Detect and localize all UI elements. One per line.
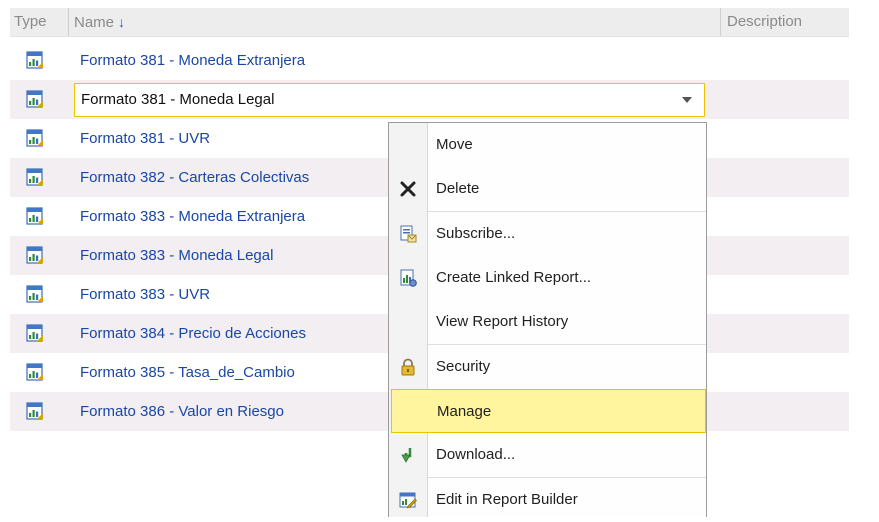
column-header-description-label: Description <box>727 13 803 30</box>
selected-report-item[interactable]: Formato 381 - Moneda Legal <box>74 83 705 117</box>
menu-item-label: Delete <box>436 180 480 197</box>
menu-item-label: Edit in Report Builder <box>436 491 578 508</box>
report-builder-icon <box>399 492 417 509</box>
report-link[interactable]: Formato 384 - Precio de Acciones <box>80 314 306 353</box>
download-arrow-icon <box>401 448 412 463</box>
linked-report-icon <box>400 269 417 287</box>
menu-item-manage[interactable]: Manage <box>391 389 706 433</box>
menu-item-label: Move <box>436 136 473 153</box>
column-header-name[interactable]: Name ↓ <box>69 8 721 36</box>
menu-item-edit-in-report-builder[interactable]: Edit in Report Builder <box>389 478 706 522</box>
subscribe-icon <box>400 225 417 243</box>
report-link[interactable]: Formato 382 - Carteras Colectivas <box>80 158 309 197</box>
table-row: Formato 381 - Moneda Extranjera <box>10 41 849 80</box>
menu-item-subscribe[interactable]: Subscribe... <box>389 212 706 256</box>
menu-item-security[interactable]: Security <box>389 345 706 389</box>
report-icon <box>26 246 44 264</box>
menu-item-label: Subscribe... <box>436 225 516 242</box>
column-header-type-label: Type <box>14 13 47 30</box>
report-icon <box>26 402 44 420</box>
menu-item-label: Create Linked Report... <box>436 269 592 286</box>
menu-item-delete[interactable]: Delete <box>389 167 706 211</box>
menu-item-label: Download... <box>436 446 516 463</box>
column-header-name-label: Name <box>74 14 115 31</box>
report-link[interactable]: Formato 386 - Valor en Riesgo <box>80 392 284 431</box>
report-icon <box>26 324 44 342</box>
report-link[interactable]: Formato 385 - Tasa_de_Cambio <box>80 353 295 392</box>
report-link[interactable]: Formato 381 - Moneda Extranjera <box>80 41 305 80</box>
report-icon <box>26 285 44 303</box>
menu-item-create-linked-report[interactable]: Create Linked Report... <box>389 256 706 300</box>
column-header-type[interactable]: Type <box>10 8 69 36</box>
context-menu: Move Delete Subscribe... Create Linked R… <box>388 122 707 517</box>
lock-icon <box>401 358 415 376</box>
report-icon <box>26 363 44 381</box>
report-icon <box>26 51 44 69</box>
report-icon <box>26 129 44 147</box>
menu-item-label: View Report History <box>436 313 569 330</box>
menu-item-label: Security <box>436 358 491 375</box>
menu-item-view-report-history[interactable]: View Report History <box>389 300 706 344</box>
report-icon <box>26 207 44 225</box>
column-header-description[interactable]: Description <box>721 8 849 36</box>
report-icon <box>26 90 44 108</box>
item-menu-dropdown-icon[interactable] <box>682 97 692 103</box>
list-header: Type Name ↓ Description <box>10 8 849 37</box>
menu-item-move[interactable]: Move <box>389 123 706 167</box>
report-link[interactable]: Formato 383 - UVR <box>80 275 210 314</box>
delete-x-icon <box>400 181 416 197</box>
menu-item-label: Manage <box>437 403 492 420</box>
selected-report-name[interactable]: Formato 381 - Moneda Legal <box>81 84 274 116</box>
report-link[interactable]: Formato 381 - UVR <box>80 119 210 158</box>
sort-descending-icon[interactable]: ↓ <box>118 14 125 30</box>
report-icon <box>26 168 44 186</box>
report-link[interactable]: Formato 383 - Moneda Extranjera <box>80 197 305 236</box>
report-link[interactable]: Formato 383 - Moneda Legal <box>80 236 273 275</box>
menu-item-download[interactable]: Download... <box>389 433 706 477</box>
